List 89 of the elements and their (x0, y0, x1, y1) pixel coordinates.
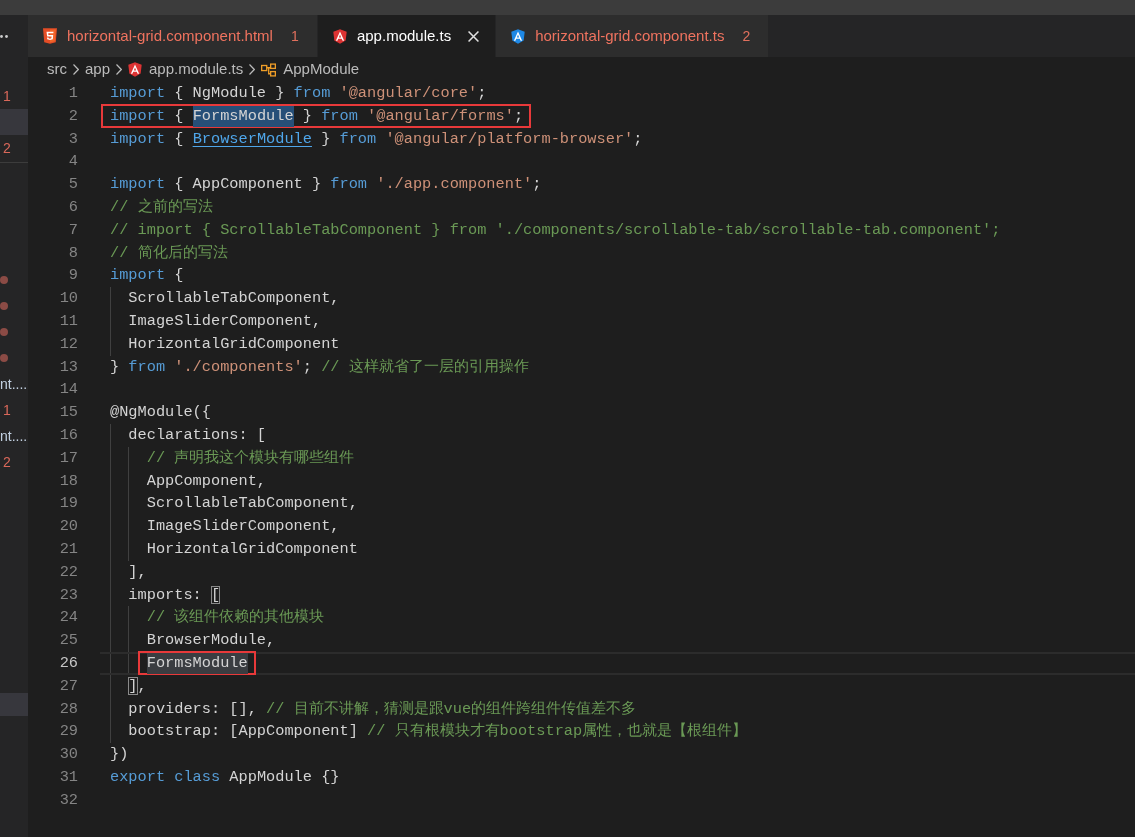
code-line: HorizontalGridComponent (146, 538, 358, 560)
file-name[interactable]: nt.... (0, 373, 28, 395)
code-line: } from './components'; // 这样就省了一层的引用操作 (110, 356, 529, 378)
chevron-right-icon (249, 64, 256, 75)
editor-tab[interactable]: horizontal-grid.component.html 1 (28, 15, 318, 57)
editor-tab[interactable]: app.module.ts (317, 15, 497, 57)
line-number: 12 (58, 333, 78, 355)
code-line: export class AppModule {} (110, 766, 340, 788)
line-number: 4 (67, 151, 78, 173)
code-line: import { AppComponent } from './app.component'; (110, 174, 542, 196)
line-number: 24 (58, 607, 78, 629)
angular-file-icon (128, 62, 143, 77)
file-name[interactable]: nt.... (0, 425, 28, 447)
status-dot-icon (0, 328, 8, 336)
class-symbol-icon (261, 62, 277, 77)
code-line: ], (128, 561, 147, 583)
line-number: 25 (58, 630, 78, 652)
line-number: 8 (67, 242, 78, 264)
line-number: 16 (58, 424, 78, 446)
more-icon[interactable] (0, 34, 8, 38)
problem-count: 1 (291, 26, 299, 46)
line-number: 13 (58, 356, 78, 378)
breadcrumb-item[interactable]: app (85, 58, 111, 81)
line-number: 21 (58, 538, 78, 560)
code-line: import { NgModule } from '@angular/core'; (110, 83, 487, 104)
line-number: 17 (58, 447, 78, 469)
status-dot-icon (0, 354, 8, 362)
line-number: 19 (58, 493, 78, 515)
line-number: 1 (67, 83, 78, 104)
code-line: import { BrowserModule } from '@angular/platform-browser'; (110, 128, 643, 150)
code-line: ImageSliderComponent, (128, 310, 322, 332)
line-number: 6 (67, 197, 78, 218)
line-number: 20 (58, 516, 78, 538)
status-dot-icon (0, 276, 8, 284)
line-number: 3 (67, 128, 78, 150)
problem-count: 2 (2, 452, 11, 472)
code-line: }) (110, 744, 129, 766)
line-number: 10 (58, 288, 78, 310)
status-dot-icon (0, 302, 8, 310)
code-line: // 之前的写法 (110, 197, 213, 218)
code-line: @NgModule({ (110, 402, 211, 424)
problem-count: 2 (2, 138, 11, 158)
line-number: 9 (67, 265, 78, 287)
code-line: ScrollableTabComponent, (146, 493, 358, 515)
code-line: bootstrap: [AppComponent] // 只有根模块才有bootstrap属性，也就是【根组件】 (128, 721, 748, 743)
chevron-right-icon (116, 64, 123, 75)
chevron-right-icon (73, 64, 79, 75)
editor-tab[interactable]: horizontal-grid.component.ts 2 (496, 15, 770, 57)
code-line: ScrollableTabComponent, (128, 288, 340, 310)
angular-file-icon (511, 28, 526, 44)
close-tab-button[interactable] (465, 28, 482, 44)
line-number: 5 (67, 174, 78, 196)
code-line: declarations: [ (128, 424, 267, 446)
problem-count: 1 (2, 400, 11, 420)
code-line: imports: [ (128, 584, 221, 606)
line-number: 29 (58, 721, 78, 743)
problem-count: 1 (2, 86, 11, 106)
code-line: // import { ScrollableTabComponent } from './components/scrollable-tab/scrollable-tab.component'; (110, 219, 1001, 241)
line-number: 14 (58, 379, 78, 401)
line-number: 15 (58, 402, 78, 424)
breadcrumb-item[interactable]: src (47, 58, 67, 81)
line-number: 28 (58, 698, 78, 720)
line-number: 26 (58, 652, 78, 674)
line-number: 32 (58, 789, 78, 811)
line-number: 2 (67, 105, 78, 127)
breadcrumb-item[interactable]: app.module.ts (128, 58, 244, 81)
code-line: ImageSliderComponent, (146, 516, 340, 538)
line-number: 11 (58, 310, 78, 332)
code-line: // 简化后的写法 (110, 242, 228, 264)
line-number: 22 (58, 561, 78, 583)
code-line: providers: [], // 目前不讲解，猜测是跟vue的组件跨组件传值差不多 (128, 698, 637, 720)
code-line: HorizontalGridComponent (128, 333, 340, 355)
line-number: 30 (58, 744, 78, 766)
line-number: 18 (58, 470, 78, 492)
close-icon (467, 30, 479, 42)
angular-file-icon (332, 28, 347, 44)
code-line: // 该组件依赖的其他模块 (146, 607, 325, 629)
html-file-icon (43, 28, 57, 44)
line-number: 27 (58, 675, 78, 697)
code-line: // 声明我这个模块有哪些组件 (146, 447, 355, 469)
code-line: AppComponent, (146, 470, 267, 492)
problem-count: 2 (742, 26, 751, 46)
code-line: ], (128, 675, 147, 697)
line-number: 7 (67, 219, 78, 241)
line-number: 23 (58, 584, 78, 606)
line-number: 31 (58, 766, 78, 788)
code-line: BrowserModule, (146, 630, 276, 652)
breadcrumb-item[interactable]: AppModule (261, 58, 360, 81)
code-line: import { (110, 265, 184, 287)
